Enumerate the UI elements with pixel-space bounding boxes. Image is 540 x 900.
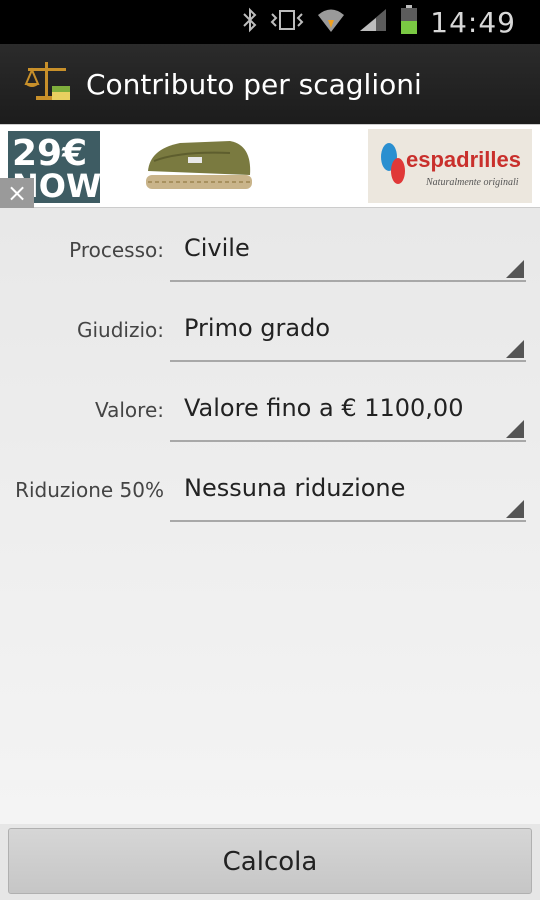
giudizio-label: Giudizio:: [76, 318, 164, 342]
app-title: Contributo per scaglioni: [86, 67, 422, 101]
processo-spinner[interactable]: Civile: [170, 220, 526, 282]
action-bar: Contributo per scaglioni: [0, 44, 540, 124]
valore-label: Valore:: [94, 398, 164, 422]
battery-icon: [400, 5, 418, 39]
dropdown-corner-icon: [506, 420, 524, 438]
status-time: 14:49: [430, 5, 516, 39]
riduzione-value: Nessuna riduzione: [184, 474, 406, 502]
giudizio-value: Primo grado: [184, 314, 331, 342]
wifi-icon: [316, 6, 346, 38]
scales-money-icon: [22, 58, 72, 110]
footer-bar: Calcola: [0, 824, 540, 900]
signal-icon: [358, 7, 388, 37]
form-row-riduzione: Riduzione 50% Nessuna riduzione: [0, 460, 540, 522]
form-row-giudizio: Giudizio: Primo grado: [0, 300, 540, 362]
bluetooth-icon: [242, 7, 258, 37]
form-row-valore: Valore: Valore fino a € 1100,00: [0, 380, 540, 442]
ad-close-button[interactable]: ×: [0, 178, 34, 208]
dropdown-corner-icon: [506, 340, 524, 358]
riduzione-label: Riduzione 50%: [15, 478, 164, 502]
footprint-icon: [378, 139, 408, 193]
processo-label: Processo:: [69, 238, 164, 262]
riduzione-spinner[interactable]: Nessuna riduzione: [170, 460, 526, 522]
giudizio-spinner[interactable]: Primo grado: [170, 300, 526, 362]
ad-banner[interactable]: 29€ NOW espadrilles Naturalmente origina…: [0, 124, 540, 208]
vibrate-icon: [270, 8, 304, 36]
form-area: Processo: Civile Giudizio: Primo grado V…: [0, 208, 540, 824]
ad-brand-name: espadrilles: [406, 147, 521, 172]
dropdown-corner-icon: [506, 260, 524, 278]
calcola-button[interactable]: Calcola: [8, 828, 532, 894]
ad-brand-tagline: Naturalmente originali: [426, 177, 519, 188]
valore-spinner[interactable]: Valore fino a € 1100,00: [170, 380, 526, 442]
processo-value: Civile: [184, 234, 250, 262]
status-bar: 14:49: [0, 0, 540, 44]
ad-brand-panel[interactable]: espadrilles Naturalmente originali: [368, 129, 532, 203]
form-row-processo: Processo: Civile: [0, 220, 540, 282]
dropdown-corner-icon: [506, 500, 524, 518]
shoe-image[interactable]: [140, 131, 258, 207]
valore-value: Valore fino a € 1100,00: [184, 394, 464, 422]
